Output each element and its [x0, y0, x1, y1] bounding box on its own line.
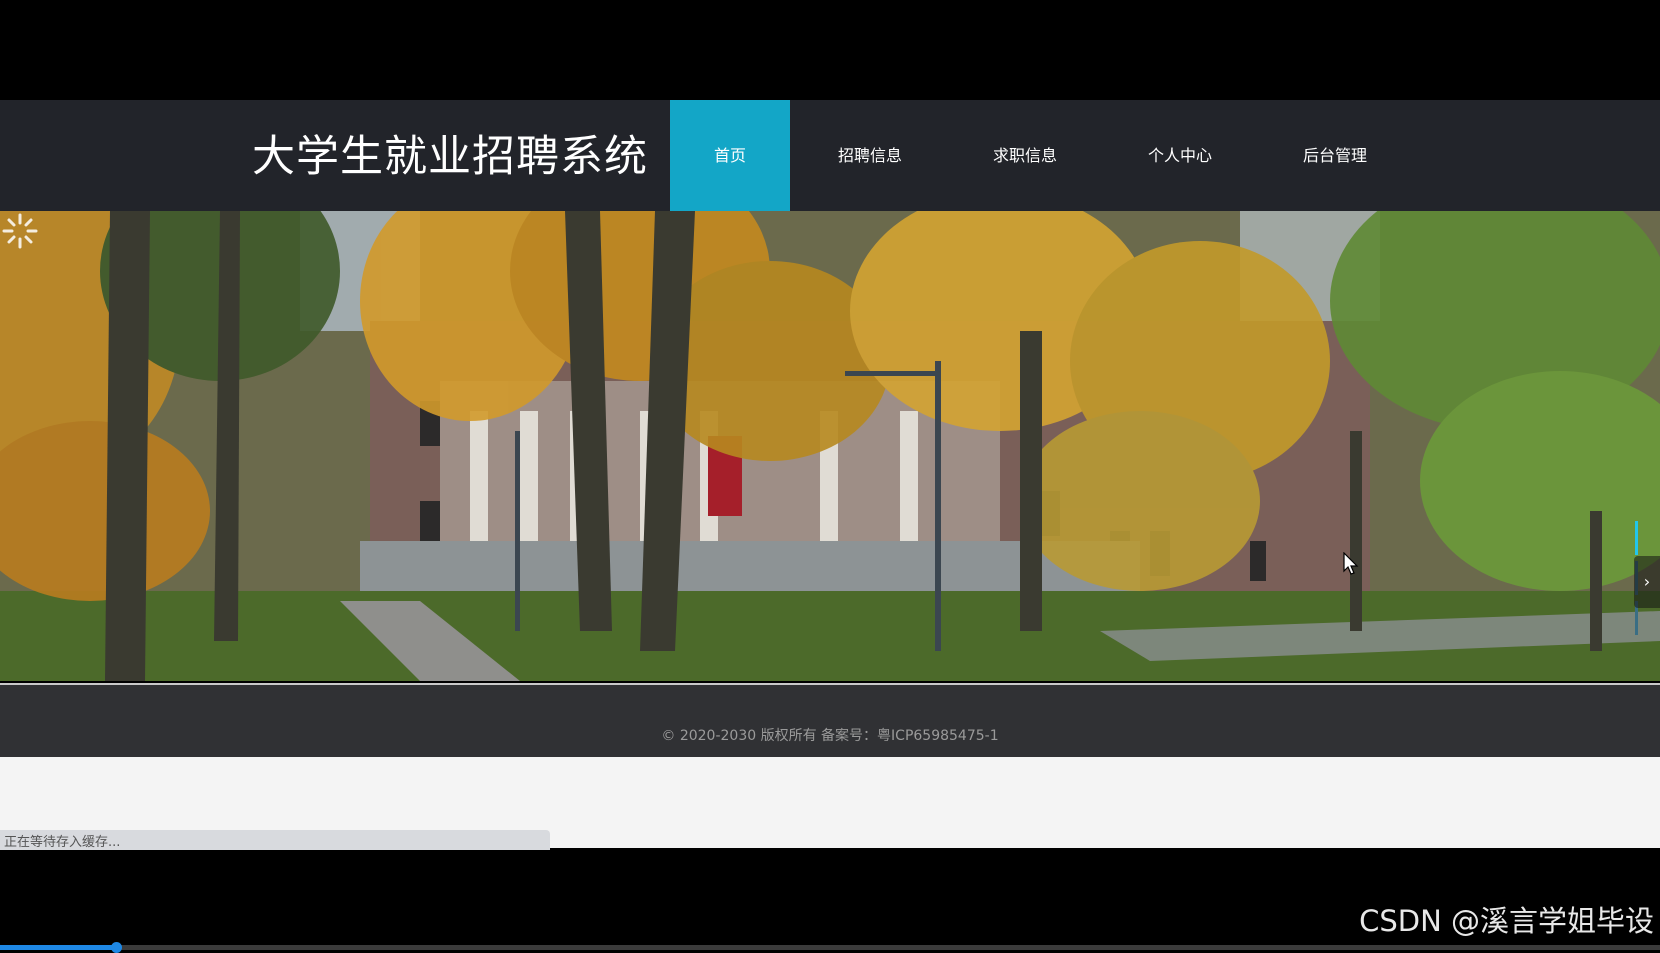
banner-image [0, 211, 1660, 681]
watermark-text: CSDN @溪言学姐毕设 [1359, 904, 1654, 938]
web-page: 大学生就业招聘系统 首页 招聘信息 求职信息 个人中心 后台管理 › © 202… [0, 100, 1660, 850]
nav-job-postings[interactable]: 招聘信息 [790, 100, 950, 211]
site-title: 大学生就业招聘系统 [252, 132, 648, 182]
carousel-indicator[interactable] [1635, 521, 1638, 555]
main-nav: 首页 招聘信息 求职信息 个人中心 后台管理 [670, 100, 1410, 211]
page-bottom-area: 正在等待存入缓存... [0, 757, 1660, 850]
site-header: 大学生就业招聘系统 首页 招聘信息 求职信息 个人中心 后台管理 [0, 100, 1660, 211]
nav-job-seeking[interactable]: 求职信息 [950, 100, 1100, 211]
video-progress-handle[interactable] [111, 942, 123, 953]
site-footer: © 2020-2030 版权所有 备案号：粤ICP65985475-1 [0, 683, 1660, 757]
video-progress-bar[interactable] [0, 942, 1660, 953]
banner-carousel[interactable]: › [0, 211, 1660, 681]
video-progress-fill [0, 945, 117, 950]
nav-admin[interactable]: 后台管理 [1260, 100, 1410, 211]
copyright-text: © 2020-2030 版权所有 备案号：粤ICP65985475-1 [661, 728, 999, 744]
loading-spinner-icon [2, 213, 38, 249]
nav-personal-center[interactable]: 个人中心 [1100, 100, 1260, 211]
chevron-right-icon[interactable]: › [1634, 556, 1660, 608]
cache-status-bar: 正在等待存入缓存... [0, 830, 550, 850]
mouse-cursor-icon [1343, 552, 1359, 575]
nav-home[interactable]: 首页 [670, 100, 790, 211]
